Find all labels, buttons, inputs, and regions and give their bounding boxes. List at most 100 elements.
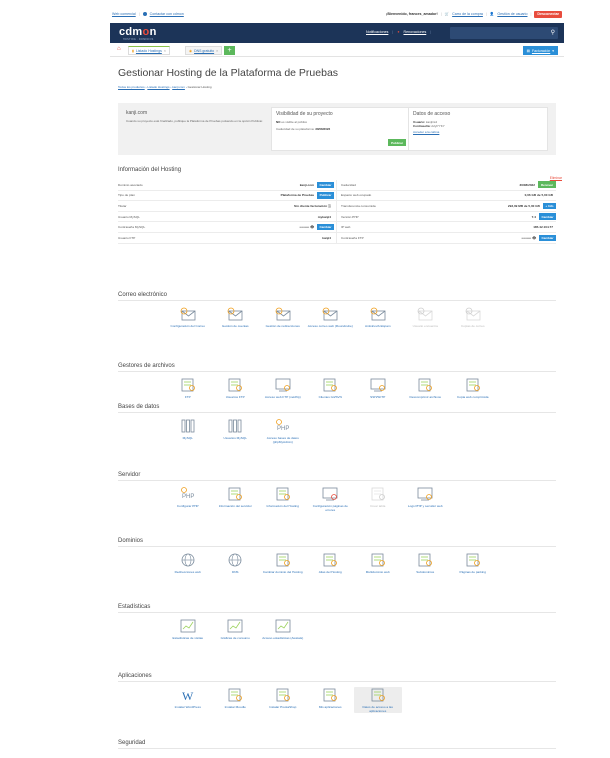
svg-text:PHP: PHP (277, 426, 289, 432)
tool-configuraci-n-p-ginas-de-errores[interactable]: Configuración páginas de errores (307, 486, 355, 512)
tool-acceso-bases-de-datos-phpmyadmin[interactable]: PHP Acceso bases de datos (phpMyAdmin) (259, 418, 307, 444)
apps-access-icon (369, 687, 387, 704)
mail-copy-icon (464, 306, 482, 323)
tool-instalar-wordpress[interactable]: W Instalar WordPress (164, 687, 212, 713)
user-icon: 👤 (489, 12, 495, 16)
tool-configuraci-n-del-correo[interactable]: Configuración del Correo (164, 306, 212, 329)
contact-link[interactable]: Contactar con cdmon (150, 12, 184, 16)
hosting-info-title: Información del Hosting (118, 167, 182, 173)
tool-acceso-correo-web-roundcube[interactable]: Acceso correo web (Roundcube) (307, 306, 355, 329)
tool-multidominio-web[interactable]: Multidominio web (354, 552, 402, 575)
tool-ftp[interactable]: FTP (164, 377, 212, 400)
tool-gesti-n-de-cuentas[interactable]: Gestión de cuentas (212, 306, 260, 329)
tool-label: Estadísticas de visitas (172, 636, 203, 640)
search-icon[interactable]: ⚲ (551, 29, 555, 36)
renewals-link[interactable]: Renovaciones (403, 30, 426, 34)
tool-label: Subdominios (416, 570, 435, 574)
tool-descomprimir-archivos[interactable]: Descomprimir archivos (402, 377, 450, 400)
section-estad-sticas: Estadísticas Estadísticas de visitas Gráfi… (118, 604, 556, 640)
breadcrumb-item[interactable]: kanji.com (172, 85, 185, 89)
tab-listado-hostings[interactable]: ▮ Listado Hostings × (128, 46, 170, 55)
tool-mysql[interactable]: MySQL (164, 418, 212, 444)
cambiar-button[interactable]: Cambiar (316, 223, 334, 231)
page-margin-right (564, 0, 610, 758)
info-button[interactable]: + Info (542, 202, 556, 210)
breadcrumb-item[interactable]: Listado Hostings (147, 85, 169, 89)
home-icon[interactable]: ⌂ (117, 46, 121, 52)
close-icon[interactable]: × (164, 49, 166, 53)
multidomain-icon (369, 552, 387, 569)
tool-cambiar-dominio-del-hosting[interactable]: Cambiar dominio del Hosting (259, 552, 307, 575)
tool-informaci-n-del-hosting[interactable]: Información del Hosting (259, 486, 307, 512)
cambiar-button[interactable]: Cambiar (316, 181, 334, 188)
subdomain-icon (416, 552, 434, 569)
tool-dns[interactable]: DNS (212, 552, 260, 575)
page: Web comercial | Contactar con cdmon ¡Bie… (0, 0, 610, 758)
tool-clientes-git-svn[interactable]: Clientes Git/SVN (307, 377, 355, 400)
cabina-link[interactable]: Acceder a la cabina (413, 130, 439, 134)
close-icon[interactable]: × (216, 49, 218, 53)
tool-mis-aplicaciones[interactable]: Mis aplicaciones (307, 687, 355, 713)
info-value: 30/08/2022 (519, 182, 535, 187)
tool-label: Instalar PrestaShop (269, 705, 297, 709)
tool-usuarios-ftp[interactable]: Usuarios FTP (212, 377, 260, 400)
cdmon-logo[interactable]: cdmon (119, 26, 157, 38)
search-input[interactable]: ⚲ (450, 27, 558, 39)
archive-icon (464, 377, 482, 394)
tab-dns-gratuito[interactable]: ◉ DNS gratuito × (185, 46, 223, 55)
breadcrumb-item[interactable]: Todos los productos (118, 85, 145, 89)
logout-button[interactable]: Desconectar (534, 10, 562, 18)
stats-icon (179, 618, 197, 635)
tool-subdominios[interactable]: Subdominios (402, 552, 450, 575)
tool-logs-php-y-servidor-web[interactable]: Logs PHP y servidor web (402, 486, 450, 512)
tool-p-ginas-de-parking[interactable]: Páginas de parking (449, 552, 497, 575)
access-pass: A2yl7YKY (431, 124, 445, 128)
notifications-link[interactable]: Notificaciones (366, 30, 388, 34)
alias-icon (321, 552, 339, 569)
tool-acceso-estad-sticas-awstats[interactable]: Acceso estadísticas (Awstats) (259, 618, 307, 641)
tool-ssh-sftp[interactable]: SSH/SFTP (354, 377, 402, 400)
tool-configurar-php[interactable]: PHP Configurar PHP (164, 486, 212, 512)
tool-row: Redirecciones web DNS Cambiar dominio del … (164, 552, 497, 575)
section-title: Seguridad (118, 740, 556, 749)
tool-copia-web-comprimida[interactable]: Copia web comprimida (449, 377, 497, 400)
tool-redirecciones-web[interactable]: Redirecciones web (164, 552, 212, 575)
tool-label: Instalar Moodle (224, 705, 246, 709)
main-header: cdmon HOSTING · DOMINIOS Notificaciones … (110, 23, 564, 43)
tool-instalar-prestashop[interactable]: Instalar PrestaShop (259, 687, 307, 713)
cambiar-button[interactable]: Cambiar (538, 213, 556, 220)
db-users-icon (226, 418, 244, 435)
info-value: mykanji4 (317, 214, 331, 219)
tool-instalar-moodle[interactable]: Instalar Moodle (212, 687, 260, 713)
php-gear-icon: PHP (179, 486, 197, 503)
user-management-link[interactable]: Gestión de usuario (497, 12, 527, 16)
tool-antivirus-antispam[interactable]: Antivirus/Antispam (354, 306, 402, 329)
tool-usuarios-mysql[interactable]: Usuarios MySQL (212, 418, 260, 444)
tool-gr-ficas-de-consumo[interactable]: Gráficas de consumo (212, 618, 260, 641)
info-row: Dominio asociado kanji.com Cambiar Caducida… (118, 180, 556, 191)
publish-button[interactable]: Publicar (388, 139, 406, 146)
info-value: ••••••••• 👁 (521, 235, 536, 240)
tool-informaci-n-del-servidor[interactable]: Información del servidor (212, 486, 260, 512)
web-comercial-link[interactable]: Web comercial (112, 12, 136, 16)
renovar-button[interactable]: Renovar (537, 181, 556, 189)
tool-acceso-web-ftp-net2ftp[interactable]: Acceso web FTP (net2ftp) (259, 377, 307, 400)
publicar-button[interactable]: Publicar (317, 192, 334, 199)
tool-row: MySQL Usuarios MySQL PHP Acceso bases de da… (164, 418, 307, 444)
tool-gesti-n-de-redirecciones[interactable]: Gestión de redirecciones (259, 306, 307, 329)
dns-globe-icon (226, 552, 244, 569)
summary-cards: kanji.com Cuando su proyecto esté finali… (118, 103, 556, 155)
tool-alias-del-hosting[interactable]: Alias del Hosting (307, 552, 355, 575)
billing-dropdown[interactable]: ▤ Facturación ▾ (522, 46, 558, 55)
add-tab-button[interactable]: + (224, 46, 235, 55)
tool-usuario-encuentra: Usuario encuentra (402, 306, 450, 329)
cart-link[interactable]: Carro de la compra (452, 12, 483, 16)
tool-datos-de-acceso-a-las-aplicaciones[interactable]: Datos de acceso a las aplicaciones (354, 687, 402, 714)
section-title: Servidor (118, 472, 556, 481)
hosting-info-table: Dominio asociado kanji.com Cambiar Caducida… (118, 180, 556, 244)
tool-label: Configurar PHP (176, 504, 199, 508)
tool-label: Redirecciones web (174, 570, 201, 574)
page-title: Gestionar Hosting de la Plataforma de Pr… (118, 67, 339, 79)
tool-estad-sticas-de-visitas[interactable]: Estadísticas de visitas (164, 618, 212, 641)
cambiar-button[interactable]: Cambiar (538, 234, 556, 241)
